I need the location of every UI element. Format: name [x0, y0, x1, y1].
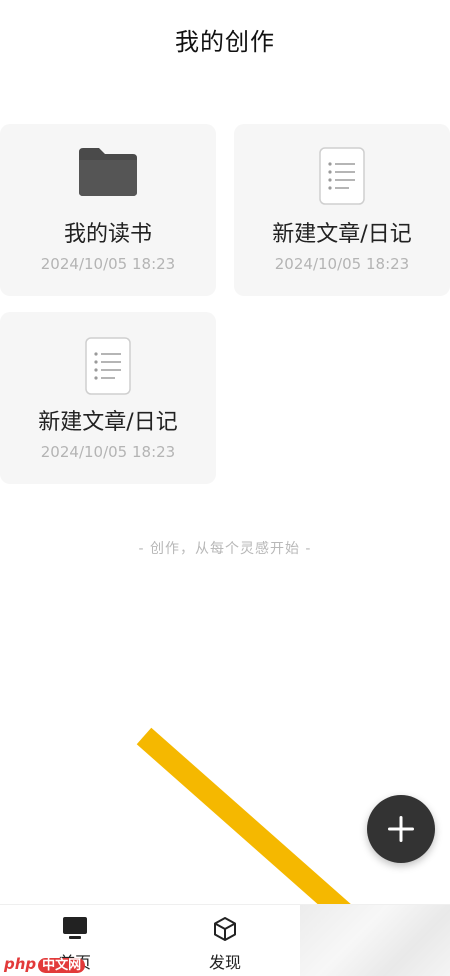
slogan-text: - 创作，从每个灵感开始 - [138, 541, 312, 557]
card-name: 新建文章/日记 [272, 222, 412, 247]
folder-card[interactable]: 我的读书 2024/10/05 18:23 [0, 124, 216, 296]
card-date: 2024/10/05 18:23 [40, 255, 176, 273]
card-date: 2024/10/05 18:23 [40, 443, 176, 461]
monitor-icon [61, 915, 89, 945]
create-button[interactable] [367, 795, 435, 863]
document-card[interactable]: 新建文章/日记 2024/10/05 18:23 [0, 312, 216, 484]
folder-icon [77, 146, 139, 202]
tab-label: 发现 [208, 953, 241, 972]
document-icon [84, 336, 132, 400]
tab-discover[interactable]: 发现 [150, 905, 300, 976]
card-name: 新建文章/日记 [38, 410, 178, 435]
document-card[interactable]: 新建文章/日记 2024/10/05 18:23 [234, 124, 450, 296]
page-title: 我的创作 [175, 28, 275, 56]
card-name: 我的读书 [63, 222, 152, 247]
watermark-logo: php 中文网 [4, 954, 86, 974]
document-icon [318, 146, 366, 210]
watermark-text: php [4, 955, 37, 973]
watermark-cn: 中文网 [38, 958, 86, 973]
card-date: 2024/10/05 18:23 [274, 255, 410, 273]
cube-icon [211, 915, 239, 947]
blurred-tab [300, 905, 450, 976]
